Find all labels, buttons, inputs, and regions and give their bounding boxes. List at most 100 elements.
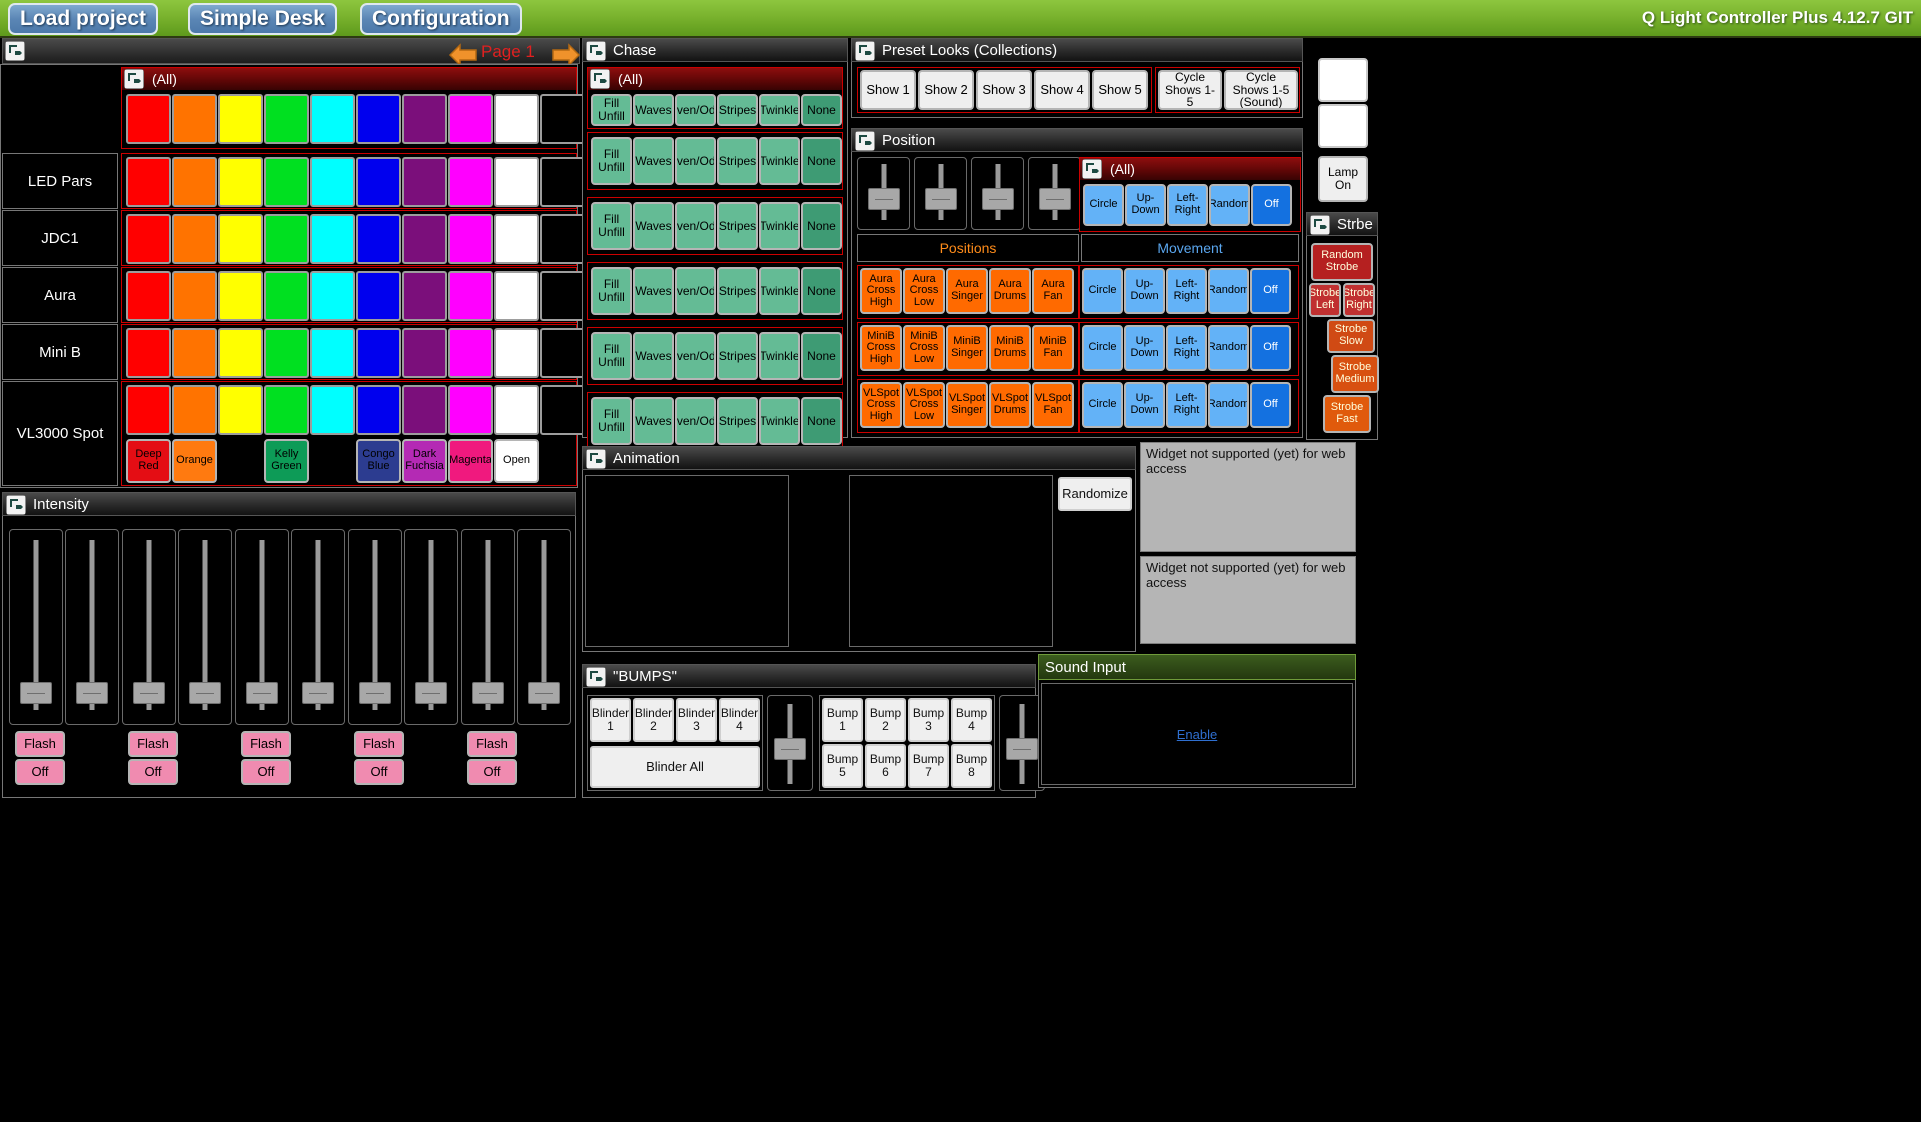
movement-all-header[interactable]: (All) [1080, 158, 1300, 180]
position-button-aura-cross-low[interactable]: Aura Cross Low [903, 268, 945, 314]
flash-button[interactable]: Flash [467, 731, 517, 757]
color-swatch[interactable] [172, 214, 217, 264]
color-swatch[interactable] [448, 385, 493, 435]
bump-button-bump-6[interactable]: Bump 6 [865, 744, 906, 788]
movement-button-off[interactable]: Off [1250, 325, 1291, 371]
blinder-button-blinder-2[interactable]: Blinder 2 [633, 698, 674, 742]
color-swatch[interactable] [494, 328, 539, 378]
chase-button-even-odd[interactable]: Even/Odd [675, 267, 716, 315]
color-swatch[interactable] [310, 328, 355, 378]
position-button-aura-singer[interactable]: Aura Singer [946, 268, 988, 314]
chase-button-fill-unfill[interactable]: Fill Unfill [591, 137, 632, 185]
gel-button-orange[interactable]: Orange [172, 439, 217, 483]
preset-show-1-button[interactable]: Show 1 [860, 70, 916, 110]
color-swatch[interactable] [402, 271, 447, 321]
color-swatch[interactable] [218, 328, 263, 378]
color-swatch[interactable] [218, 157, 263, 207]
position-button-vlspot-cross-high[interactable]: VLSpot Cross High [860, 382, 902, 428]
chase-button-even-odd[interactable]: Even/Odd [675, 94, 716, 126]
color-swatch[interactable] [126, 94, 171, 144]
position-button-minib-cross-high[interactable]: MiniB Cross High [860, 325, 902, 371]
movement-button-circle[interactable]: Circle [1082, 268, 1123, 314]
preset-show-4-button[interactable]: Show 4 [1034, 70, 1090, 110]
chase-button-none[interactable]: None [801, 137, 842, 185]
intensity-slider[interactable] [178, 529, 232, 725]
bump-button-bump-7[interactable]: Bump 7 [908, 744, 949, 788]
color-swatch[interactable] [356, 94, 401, 144]
bump-button-bump-5[interactable]: Bump 5 [822, 744, 863, 788]
color-swatch[interactable] [402, 328, 447, 378]
chase-button-none[interactable]: None [801, 202, 842, 250]
chase-button-twinkle[interactable]: Twinkle [759, 397, 800, 445]
cycle-shows-button-2[interactable]: Cycle Shows 1-5 (Sound) [1224, 70, 1298, 110]
position-button-minib-cross-low[interactable]: MiniB Cross Low [903, 325, 945, 371]
color-swatch[interactable] [402, 94, 447, 144]
movement-button-left-right[interactable]: Left-Right [1166, 325, 1207, 371]
gel-button-open[interactable]: Open [494, 439, 539, 483]
strobe-button-strobe-fast[interactable]: Strobe Fast [1323, 395, 1371, 433]
preset-show-5-button[interactable]: Show 5 [1092, 70, 1148, 110]
chase-button-stripes[interactable]: Stripes [717, 267, 758, 315]
color-swatch[interactable] [494, 385, 539, 435]
movement-button-off[interactable]: Off [1250, 382, 1291, 428]
bump-button-bump-3[interactable]: Bump 3 [908, 698, 949, 742]
chase-button-waves[interactable]: Waves [633, 332, 674, 380]
color-swatch[interactable] [494, 214, 539, 264]
bump-button-bump-1[interactable]: Bump 1 [822, 698, 863, 742]
strobe-button-strobe-slow[interactable]: Strobe Slow [1327, 319, 1375, 353]
color-swatch[interactable] [540, 214, 585, 264]
chase-all-header[interactable]: (All) [588, 68, 842, 90]
movement-button-circle[interactable]: Circle [1082, 325, 1123, 371]
color-swatch[interactable] [540, 385, 585, 435]
color-swatch[interactable] [540, 157, 585, 207]
intensity-slider[interactable] [291, 529, 345, 725]
chase-button-waves[interactable]: Waves [633, 94, 674, 126]
intensity-slider[interactable] [65, 529, 119, 725]
color-swatch[interactable] [540, 271, 585, 321]
intensity-slider[interactable] [461, 529, 515, 725]
intensity-slider[interactable] [348, 529, 402, 725]
bump-button-bump-8[interactable]: Bump 8 [951, 744, 992, 788]
bump-button-bump-2[interactable]: Bump 2 [865, 698, 906, 742]
chase-button-none[interactable]: None [801, 397, 842, 445]
chase-button-none[interactable]: None [801, 332, 842, 380]
bump-button-bump-4[interactable]: Bump 4 [951, 698, 992, 742]
color-swatch[interactable] [172, 94, 217, 144]
chase-button-waves[interactable]: Waves [633, 202, 674, 250]
color-swatch[interactable] [218, 385, 263, 435]
intensity-slider[interactable] [404, 529, 458, 725]
movement-button-off[interactable]: Off [1250, 268, 1291, 314]
position-slider[interactable] [914, 157, 967, 230]
color-swatch[interactable] [494, 157, 539, 207]
configuration-button[interactable]: Configuration [360, 3, 522, 35]
color-swatch[interactable] [310, 157, 355, 207]
color-swatch[interactable] [264, 328, 309, 378]
strobe-button-strobe-right[interactable]: Strobe Right [1343, 283, 1375, 317]
color-group-all-header[interactable]: (All) [122, 68, 576, 90]
flash-button[interactable]: Flash [354, 731, 404, 757]
color-swatch[interactable] [494, 94, 539, 144]
off-button[interactable]: Off [15, 759, 65, 785]
color-swatch[interactable] [126, 271, 171, 321]
gel-button-magenta[interactable]: Magenta [448, 439, 493, 483]
color-swatch[interactable] [218, 94, 263, 144]
color-swatch[interactable] [310, 94, 355, 144]
color-swatch[interactable] [126, 214, 171, 264]
chase-button-stripes[interactable]: Stripes [717, 332, 758, 380]
position-button-vlspot-cross-low[interactable]: VLSpot Cross Low [903, 382, 945, 428]
chase-button-fill-unfill[interactable]: Fill Unfill [591, 397, 632, 445]
color-swatch[interactable] [448, 328, 493, 378]
flash-button[interactable]: Flash [15, 731, 65, 757]
position-slider[interactable] [857, 157, 910, 230]
preset-show-3-button[interactable]: Show 3 [976, 70, 1032, 110]
color-swatch[interactable] [448, 214, 493, 264]
animation-canvas-left[interactable] [585, 475, 789, 647]
chase-button-waves[interactable]: Waves [633, 267, 674, 315]
position-button-minib-drums[interactable]: MiniB Drums [989, 325, 1031, 371]
intensity-slider[interactable] [235, 529, 289, 725]
movement-button-random[interactable]: Random [1208, 268, 1249, 314]
chase-button-even-odd[interactable]: Even/Odd [675, 137, 716, 185]
chase-button-fill-unfill[interactable]: Fill Unfill [591, 332, 632, 380]
off-button[interactable]: Off [467, 759, 517, 785]
blinder-all-button[interactable]: Blinder All [590, 746, 760, 788]
